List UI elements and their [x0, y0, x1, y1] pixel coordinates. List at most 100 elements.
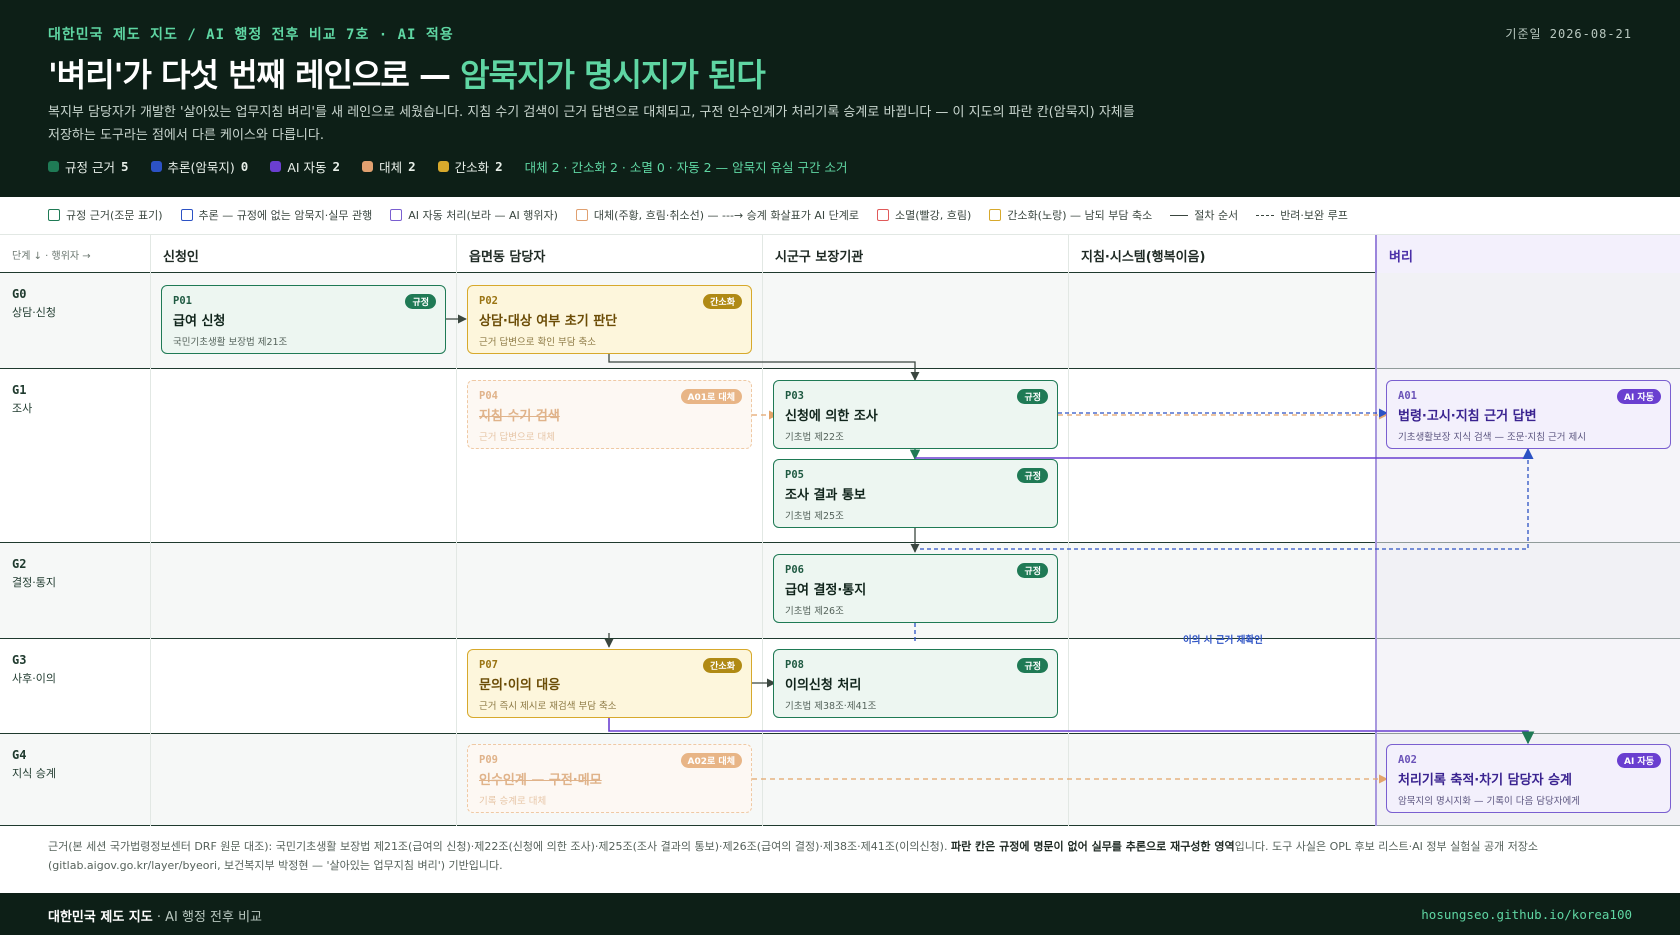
stat-swatch — [48, 161, 59, 172]
stat-swatch — [362, 161, 374, 172]
legend-item-loop: 반려·보완 루프 — [1256, 207, 1348, 223]
row-code: G4 — [12, 748, 27, 762]
lane-divider — [456, 234, 457, 826]
step-desc: 근거 답변으로 확인 부담 축소 — [479, 337, 596, 348]
stat-label: 추론(암묵지) — [167, 160, 235, 175]
step-badge: A01로 대체 — [680, 389, 742, 404]
row-code: G2 — [12, 557, 27, 571]
axis-corner-label: 단계 ↓ · 행위자 → — [12, 251, 91, 262]
stat-label: 대체 — [379, 160, 403, 175]
stat-replace: 대체 2 — [362, 157, 416, 176]
step-card-p01[interactable]: P01 급여 신청 국민기초생활 보장법 제21조 규정 — [161, 285, 446, 354]
row-name: 상담·신청 — [12, 306, 56, 319]
row-label: G3 사후·이의 — [12, 653, 56, 686]
stat-count: 2 — [332, 159, 341, 174]
lane-divider — [150, 234, 151, 826]
legend-label: 간소화(노랑) — 남되 부담 축소 — [1007, 209, 1153, 222]
step-desc: 암묵지의 명시지화 — 기록이 다음 담당자에게 — [1398, 796, 1580, 807]
kicker: 대한민국 제도 지도 / AI 행정 전후 비교 7호 · AI 적용 — [48, 27, 454, 43]
legend-label: 추론 — 규정에 없는 암묵지·실무 관행 — [198, 209, 373, 222]
step-card-a01[interactable]: A01 법령·고시·지침 근거 답변 기초생활보장 지식 검색 — 조문·지침 … — [1386, 380, 1671, 449]
step-card-p08[interactable]: P08 이의신청 처리 기초법 제38조·제41조 규정 — [773, 649, 1058, 718]
step-name: 문의·이의 대응 — [479, 678, 561, 693]
legend-label: 규정 근거(조문 표기) — [66, 209, 163, 222]
step-card-p05[interactable]: P05 조사 결과 통보 기초법 제25조 규정 — [773, 459, 1058, 528]
stat-label: AI 자동 — [287, 160, 327, 175]
source-text-strong: 파란 칸은 규정에 명문이 없어 실무를 추론으로 재구성한 영역 — [950, 840, 1235, 853]
stats-bar: 규정 근거 5 추론(암묵지) 0 AI 자동 2 대체 2 간소화 2 대체 2 · 간… — [48, 157, 848, 176]
row-label: G2 결정·통지 — [12, 557, 56, 590]
column-header-sigungu: 시군구 보장기관 — [762, 235, 1068, 273]
legend-item-inference: 추론 — 규정에 없는 암묵지·실무 관행 — [180, 207, 373, 223]
footer-brand-line: 대한민국 제도 지도 · AI 행정 전후 비교 — [48, 906, 262, 925]
column-header-dong-officer: 읍면동 담당자 — [456, 235, 762, 273]
legend-swatch — [575, 209, 588, 221]
column-header-row: 단계 ↓ · 행위자 → 신청인 읍면동 담당자 시군구 보장기관 지침·시스템… — [0, 234, 1680, 273]
step-desc: 근거 답변으로 대체 — [479, 432, 555, 443]
step-desc: 기록 승계로 대체 — [479, 796, 547, 807]
source-text-a: 근거(본 세션 국가법령정보센터 DRF 원문 대조): 국민기초생활 보장법 … — [48, 840, 951, 853]
row-name: 조사 — [12, 402, 33, 415]
arrow-label-recheck: 이의 시 근거 재확인 — [1183, 635, 1263, 646]
page-title: '벼리'가 다섯 번째 레인으로 — 암묵지가 명시지가 된다 — [48, 50, 766, 96]
row-name: 사후·이의 — [12, 672, 56, 685]
footer-brand: 대한민국 제도 지도 — [48, 910, 153, 925]
stat-label: 간소화 — [454, 160, 490, 175]
swimlane-grid: G0 상담·신청 G1 조사 G2 결정·통지 G3 사후·이의 G4 지식 승계 단계 … — [0, 234, 1680, 826]
legend-item-extinct: 소멸(빨강, 흐림) — [877, 207, 971, 223]
row-code: G1 — [12, 383, 27, 397]
row-name: 결정·통지 — [12, 576, 56, 589]
step-badge: 간소화 — [703, 658, 742, 673]
title-accent: 암묵지가 명시지가 된다 — [460, 56, 766, 94]
step-desc: 기초생활보장 지식 검색 — 조문·지침 근거 제시 — [1398, 432, 1586, 443]
step-card-p07[interactable]: P07 문의·이의 대응 근거 즉시 제시로 재검색 부담 축소 간소화 — [467, 649, 752, 718]
step-card-p02[interactable]: P02 상담·대상 여부 초기 판단 근거 답변으로 확인 부담 축소 간소화 — [467, 285, 752, 354]
step-code: P01 — [173, 295, 192, 307]
step-name: 조사 결과 통보 — [785, 488, 866, 503]
step-card-p03[interactable]: P03 신청에 의한 조사 기초법 제22조 규정 — [773, 380, 1058, 449]
step-card-p06[interactable]: P06 급여 결정·통지 기초법 제26조 규정 — [773, 554, 1058, 623]
header: 대한민국 제도 지도 / AI 행정 전후 비교 7호 · AI 적용 기준일 … — [0, 0, 1680, 197]
step-code: P03 — [785, 390, 804, 402]
legend-solid-arrow-icon — [1170, 214, 1189, 216]
legend-swatch — [48, 209, 60, 221]
step-card-p04[interactable]: P04 지침 수기 검색 근거 답변으로 대체 A01로 대체 — [467, 380, 752, 449]
step-name: 인수인계 — 구전·메모 — [479, 773, 602, 788]
footer-url-link[interactable]: hosungseo.github.io/korea100 — [1421, 907, 1632, 922]
step-card-a02[interactable]: A02 처리기록 축적·차기 담당자 승계 암묵지의 명시지화 — 기록이 다음… — [1386, 744, 1671, 813]
row-code: G3 — [12, 653, 27, 667]
lane-divider — [1068, 234, 1069, 826]
step-badge: 규정 — [405, 294, 436, 309]
step-badge: 규정 — [1017, 389, 1048, 404]
row-label: G0 상담·신청 — [12, 287, 56, 320]
legend-swatch — [390, 209, 403, 221]
legend-swatch — [180, 209, 193, 221]
step-card-p09[interactable]: P09 인수인계 — 구전·메모 기록 승계로 대체 A02로 대체 — [467, 744, 752, 813]
step-name: 처리기록 축적·차기 담당자 승계 — [1398, 773, 1572, 788]
column-header-applicant: 신청인 — [150, 235, 456, 273]
legend-dashed-arrow-icon — [1256, 214, 1275, 216]
step-name: 상담·대상 여부 초기 판단 — [479, 314, 618, 329]
legend-swatch — [989, 209, 1002, 221]
row-label: G1 조사 — [12, 383, 32, 416]
legend-item-rule: 규정 근거(조문 표기) — [48, 207, 163, 223]
step-desc: 기초법 제25조 — [785, 511, 844, 522]
legend-item-replace: 대체(주황, 흐림·취소선) — ---→ 승계 화살표가 AI 단계로 — [575, 207, 859, 223]
step-badge: 간소화 — [703, 294, 742, 309]
step-code: P05 — [785, 469, 804, 481]
step-desc: 근거 즉시 제시로 재검색 부담 축소 — [479, 701, 617, 712]
step-code: P07 — [479, 659, 498, 671]
legend-label: AI 자동 처리(보라 — AI 행위자) — [408, 209, 558, 222]
stat-rule: 규정 근거 5 — [48, 157, 129, 176]
step-badge: 규정 — [1017, 658, 1048, 673]
step-badge: 규정 — [1017, 563, 1048, 578]
lane-divider — [762, 234, 763, 826]
legend-label: 소멸(빨강, 흐림) — [895, 209, 972, 222]
row-name: 지식 승계 — [12, 767, 56, 780]
source-note: 근거(본 세션 국가법령정보센터 DRF 원문 대조): 국민기초생활 보장법 … — [48, 837, 1638, 875]
footer-tagline: · AI 행정 전후 비교 — [152, 910, 263, 925]
byeori-lane-background — [1375, 272, 1680, 826]
stat-count: 0 — [240, 159, 249, 174]
stat-swatch — [270, 161, 282, 172]
stat-count: 2 — [408, 159, 416, 174]
